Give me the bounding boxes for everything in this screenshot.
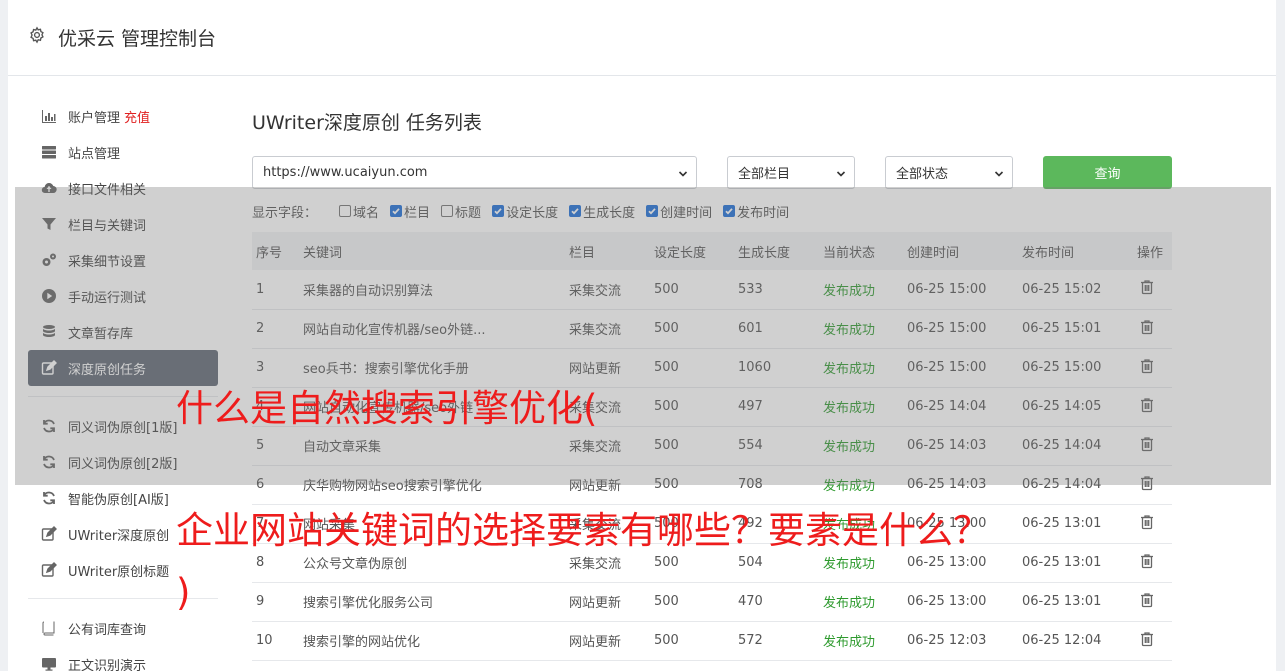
trash-icon[interactable] bbox=[1139, 631, 1155, 647]
sidebar-item-label: 智能伪原创[AI版] bbox=[68, 492, 169, 508]
table-cell: 网站更新 bbox=[565, 582, 650, 622]
overlay-headline-line1: 什么是自然搜索引擎优化( bbox=[176, 387, 598, 430]
overlay-headline-line3: ) bbox=[176, 571, 191, 614]
site-select[interactable]: https://www.ucaiyun.com bbox=[252, 156, 697, 189]
table-cell: 发布成功 bbox=[819, 621, 903, 661]
book-icon bbox=[40, 620, 57, 637]
chevron-down-icon bbox=[994, 168, 1004, 178]
table-cell-actions bbox=[1133, 621, 1172, 661]
table-cell: 500 bbox=[650, 582, 734, 622]
sidebar-item-label: UWriter原创标题 bbox=[68, 564, 170, 580]
table-cell: 搜索引擎优化服务公司 bbox=[299, 582, 565, 622]
sidebar-item-text-recognition[interactable]: 正文识别演示 bbox=[28, 646, 218, 671]
trash-icon[interactable] bbox=[1139, 514, 1155, 530]
sidebar-item-public-lexicon[interactable]: 公有词库查询 bbox=[28, 610, 218, 646]
table-row: 9 搜索引擎优化服务公司 网站更新 500 470 发布成功 06-25 13:00 06-2… bbox=[252, 582, 1172, 622]
table-cell-actions bbox=[1133, 504, 1172, 544]
table-cell: 06-25 13:01 bbox=[1018, 582, 1133, 622]
gear-icon bbox=[28, 26, 46, 44]
table-cell: 06-25 12:04 bbox=[1018, 621, 1133, 661]
table-cell: 搜索引擎的网站优化 bbox=[299, 621, 565, 661]
sidebar-item-label: 站点管理 bbox=[68, 146, 121, 162]
trash-icon[interactable] bbox=[1139, 592, 1155, 608]
table-cell: 06-25 13:01 bbox=[1018, 504, 1133, 544]
table-cell: 发布成功 bbox=[819, 582, 903, 622]
recharge-link[interactable]: 充值 bbox=[124, 107, 150, 126]
bar-chart-icon bbox=[40, 108, 57, 125]
site-select-value: https://www.ucaiyun.com bbox=[263, 165, 428, 180]
table-cell: 500 bbox=[650, 621, 734, 661]
table-cell: 470 bbox=[734, 582, 819, 622]
table-cell-actions bbox=[1133, 582, 1172, 622]
chevron-down-icon bbox=[678, 168, 688, 178]
sidebar-item-label: 公有词库查询 bbox=[68, 622, 147, 638]
edit-icon bbox=[40, 562, 57, 579]
sidebar-item-sites[interactable]: 站点管理 bbox=[28, 134, 218, 170]
table-cell: 06-25 12:03 bbox=[903, 621, 1018, 661]
edit-icon bbox=[40, 526, 57, 543]
sidebar-item-label: UWriter深度原创 bbox=[68, 528, 170, 544]
monitor-icon bbox=[40, 656, 57, 671]
table-cell: 网站更新 bbox=[565, 621, 650, 661]
table-cell-actions bbox=[1133, 543, 1172, 583]
sidebar-item-label: 账户管理 bbox=[68, 110, 121, 126]
table-cell: 06-25 13:00 bbox=[903, 582, 1018, 622]
refresh-icon bbox=[40, 490, 57, 507]
server-icon bbox=[40, 144, 57, 161]
overlay-headline-line2: 企业网站关键词的选择要素有哪些？要素是什么？ bbox=[176, 509, 990, 552]
column-select-value: 全部栏目 bbox=[738, 167, 791, 182]
query-button[interactable]: 查询 bbox=[1043, 156, 1172, 189]
app-title: 优采云 管理控制台 bbox=[58, 28, 217, 50]
top-bar: 优采云 管理控制台 bbox=[8, 0, 1276, 76]
column-select[interactable]: 全部栏目 bbox=[727, 156, 855, 189]
table-cell: 9 bbox=[252, 582, 299, 622]
status-select-value: 全部状态 bbox=[896, 167, 949, 182]
status-select[interactable]: 全部状态 bbox=[885, 156, 1013, 189]
table-row: 10 搜索引擎的网站优化 网站更新 500 572 发布成功 06-25 12:03 06-2… bbox=[252, 621, 1172, 661]
chevron-down-icon bbox=[836, 168, 846, 178]
sidebar-item-label: 正文识别演示 bbox=[68, 658, 147, 671]
page-title: UWriter深度原创 任务列表 bbox=[252, 112, 482, 134]
table-cell: 10 bbox=[252, 621, 299, 661]
table-cell: 572 bbox=[734, 621, 819, 661]
table-cell: 06-25 13:01 bbox=[1018, 543, 1133, 583]
trash-icon[interactable] bbox=[1139, 553, 1155, 569]
gray-overlay-band bbox=[15, 187, 1271, 485]
sidebar-item-account[interactable]: 账户管理 充值 bbox=[28, 98, 218, 134]
